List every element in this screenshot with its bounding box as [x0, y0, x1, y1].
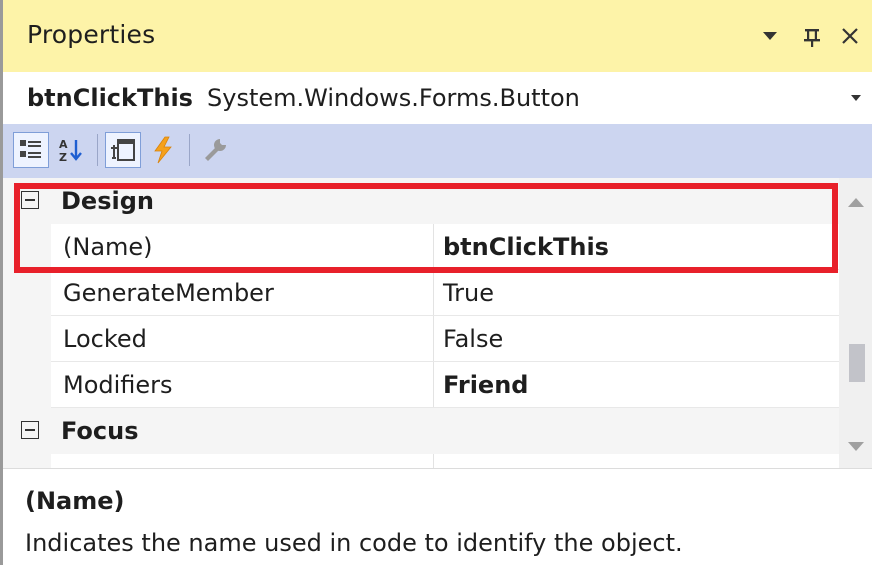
- categorized-icon: [20, 140, 41, 158]
- property-value[interactable]: Friend: [443, 371, 528, 399]
- highlight-box: [14, 183, 838, 273]
- window-menu-button[interactable]: [755, 18, 785, 54]
- scroll-down-button[interactable]: [839, 428, 872, 464]
- row-margin: [3, 270, 51, 316]
- scroll-down-icon: [847, 441, 864, 451]
- column-divider: [433, 454, 434, 468]
- alphabetical-button[interactable]: A Z: [53, 132, 89, 168]
- object-type: System.Windows.Forms.Button: [207, 84, 580, 112]
- object-selector[interactable]: btnClickThis System.Windows.Forms.Button: [3, 72, 872, 124]
- category-row-focus[interactable]: Focus: [3, 408, 839, 454]
- title-bar: Properties: [3, 0, 872, 72]
- row-margin: [3, 316, 51, 362]
- toolbar-separator: [97, 134, 98, 166]
- dropdown-arrow-icon: [763, 32, 777, 40]
- property-row-partial: [3, 454, 839, 468]
- object-selector-dropdown[interactable]: [848, 86, 864, 110]
- description-text: Indicates the name used in code to ident…: [25, 529, 683, 557]
- vertical-scrollbar[interactable]: [839, 178, 872, 468]
- property-pages-button[interactable]: [197, 132, 233, 168]
- categorized-button[interactable]: [13, 132, 49, 168]
- collapse-toggle-icon[interactable]: [21, 421, 39, 439]
- svg-text:Z: Z: [59, 151, 67, 164]
- pin-button[interactable]: [797, 18, 827, 54]
- pin-icon: [804, 29, 820, 47]
- property-value[interactable]: True: [443, 279, 494, 307]
- property-row-locked[interactable]: Locked False: [3, 316, 839, 362]
- close-button[interactable]: [835, 18, 865, 54]
- column-divider: [433, 362, 434, 408]
- column-divider: [433, 316, 434, 362]
- property-pages-icon: [205, 139, 226, 161]
- property-value[interactable]: False: [443, 325, 503, 353]
- window-title: Properties: [27, 20, 156, 49]
- description-pane: (Name) Indicates the name used in code t…: [3, 468, 872, 566]
- events-button[interactable]: [145, 132, 181, 168]
- chevron-down-icon: [851, 95, 861, 101]
- properties-window: Properties btnClickThis System.Windows.F…: [0, 0, 872, 566]
- property-row-modifiers[interactable]: Modifiers Friend: [3, 362, 839, 408]
- row-margin: [3, 454, 51, 468]
- alphabetical-icon: A Z: [59, 138, 82, 164]
- property-row-generatemember[interactable]: GenerateMember True: [3, 270, 839, 316]
- row-margin: [3, 362, 51, 408]
- properties-toolbar: A Z: [3, 124, 872, 178]
- object-name: btnClickThis: [27, 84, 193, 112]
- property-name: Locked: [63, 325, 147, 353]
- category-label: Focus: [61, 417, 139, 445]
- column-divider: [433, 270, 434, 316]
- close-icon: [842, 28, 858, 44]
- toolbar-separator: [189, 134, 190, 166]
- svg-text:A: A: [59, 138, 68, 151]
- property-name: GenerateMember: [63, 279, 274, 307]
- scroll-up-button[interactable]: [839, 184, 872, 220]
- description-title: (Name): [25, 487, 125, 515]
- properties-button[interactable]: [105, 132, 141, 168]
- properties-icon: [111, 139, 135, 161]
- events-icon: [154, 136, 172, 164]
- property-name: Modifiers: [63, 371, 173, 399]
- scroll-thumb[interactable]: [849, 344, 865, 382]
- scroll-up-icon: [847, 197, 864, 207]
